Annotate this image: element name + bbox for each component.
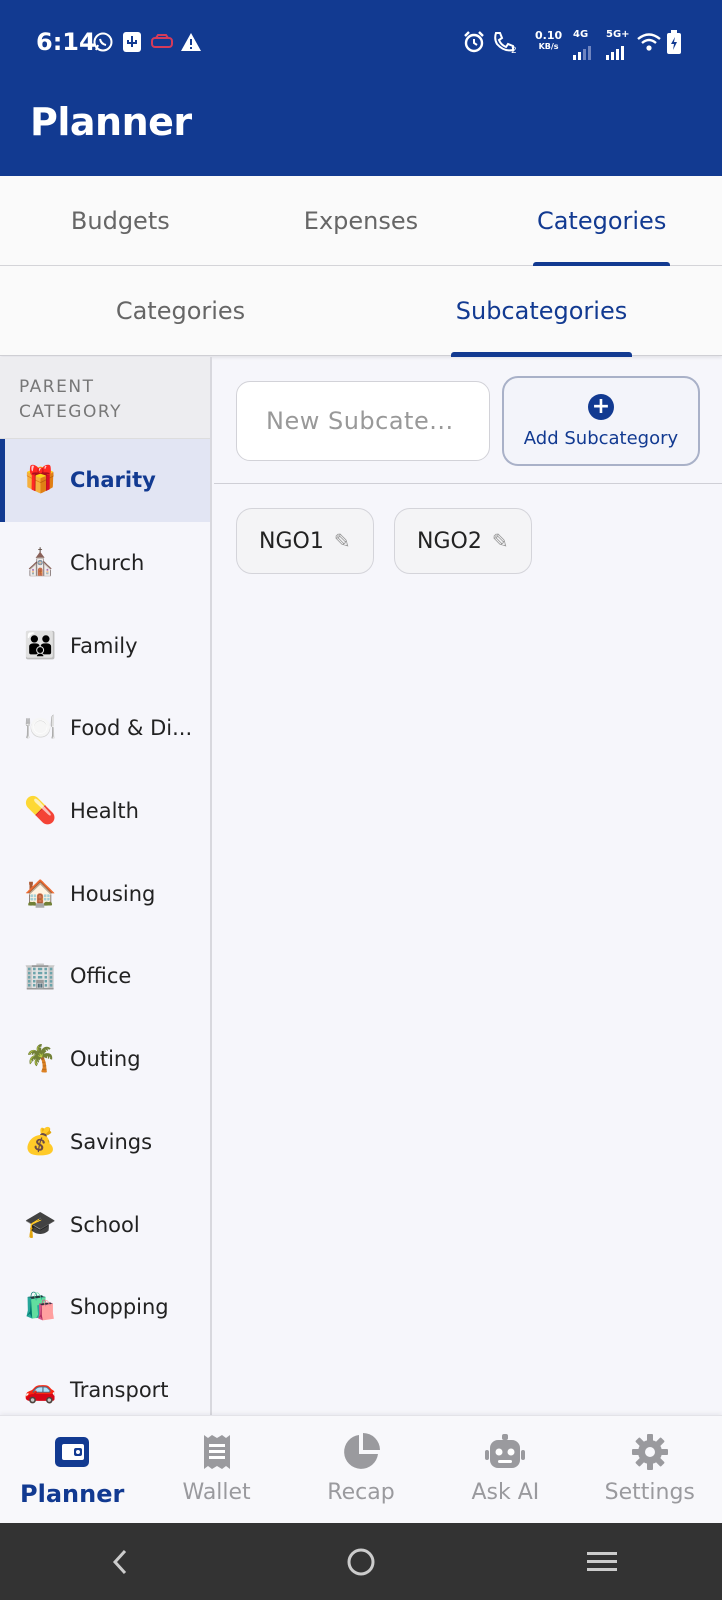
category-item-health[interactable]: 💊 Health [0, 770, 210, 853]
system-navigation-bar [0, 1523, 722, 1600]
home-icon[interactable] [331, 1542, 391, 1582]
church-icon: ⛪ [24, 548, 57, 579]
category-item-food-dining[interactable]: 🍽️ Food & Di... [0, 687, 210, 770]
usb-icon [122, 30, 142, 54]
svg-text:2: 2 [511, 46, 517, 54]
menu-icon[interactable] [572, 1542, 632, 1582]
house-icon: 🏠 [24, 878, 57, 909]
tab-expenses[interactable]: Expenses [241, 176, 482, 266]
subcategory-panel: New Subcate... + Add Subcategory NGO1 ✎ … [214, 357, 722, 1415]
subtab-subcategories[interactable]: Subcategories [361, 266, 722, 357]
graduation-cap-icon: 🎓 [24, 1209, 57, 1240]
category-label: Family [70, 633, 138, 658]
parent-category-list: PARENT CATEGORY 🎁 Charity ⛪ Church 👪 Fam… [0, 357, 212, 1415]
nav-settings[interactable]: Settings [578, 1416, 722, 1524]
add-subcategory-label: Add Subcategory [523, 427, 679, 449]
money-bag-icon: 💰 [24, 1126, 57, 1157]
battery-icon [667, 30, 681, 54]
category-item-family[interactable]: 👪 Family [0, 604, 210, 687]
add-subcategory-button[interactable]: + Add Subcategory [502, 376, 700, 466]
divider [214, 483, 722, 484]
category-label: Housing [70, 881, 156, 906]
gift-icon: 🎁 [24, 465, 57, 496]
plate-icon: 🍽️ [24, 713, 57, 744]
back-icon[interactable] [90, 1542, 150, 1582]
wallet-icon [52, 1432, 92, 1472]
sub-tabs: Categories Subcategories [0, 266, 722, 357]
whatsapp-icon [92, 30, 114, 54]
wifi-icon [636, 30, 662, 54]
parent-category-header: PARENT CATEGORY [0, 357, 210, 439]
bottom-navigation: Planner Wallet Recap Ask AI Settings [0, 1415, 722, 1523]
alarm-icon [462, 30, 486, 54]
subcategory-chip[interactable]: NGO1 ✎ [236, 508, 374, 574]
subcategory-label: NGO1 [259, 528, 324, 554]
status-bar: 6:14 2 0.10 KB/s 4G 5G+ [0, 0, 722, 88]
category-label: Charity [70, 468, 156, 493]
main-tabs: Budgets Expenses Categories [0, 176, 722, 267]
gear-icon [630, 1432, 670, 1472]
pill-icon: 💊 [24, 796, 57, 827]
signal-5g-icon [606, 41, 628, 65]
category-item-charity[interactable]: 🎁 Charity [0, 439, 210, 522]
subcategory-label: NGO2 [417, 528, 482, 554]
network-speed: 0.10 KB/s [535, 30, 562, 52]
category-item-church[interactable]: ⛪ Church [0, 522, 210, 605]
pie-chart-icon [341, 1432, 381, 1472]
parent-category-header-line1: PARENT [19, 377, 95, 397]
parent-category-header-line2: CATEGORY [19, 402, 122, 422]
nav-planner[interactable]: Planner [0, 1416, 144, 1524]
car-icon: 🚗 [24, 1374, 57, 1405]
wifi-calling-icon: 2 [492, 30, 518, 54]
tab-budgets[interactable]: Budgets [0, 176, 241, 266]
warning-icon [180, 30, 202, 54]
category-label: Food & Di... [70, 716, 193, 741]
plus-circle-icon: + [588, 393, 614, 420]
network-4g-label: 4G [573, 29, 589, 40]
shopping-bags-icon: 🛍️ [24, 1292, 57, 1323]
office-building-icon: 🏢 [24, 961, 57, 992]
subtab-categories[interactable]: Categories [0, 266, 361, 356]
nav-ask-ai[interactable]: Ask AI [433, 1416, 577, 1524]
category-label: Outing [70, 1047, 141, 1072]
nav-label: Wallet [182, 1480, 251, 1505]
robot-icon [485, 1432, 526, 1472]
category-label: Shopping [70, 1295, 169, 1320]
status-time: 6:14 [36, 28, 96, 56]
category-item-school[interactable]: 🎓 School [0, 1183, 210, 1266]
nav-label: Planner [20, 1480, 125, 1508]
edit-pencil-icon[interactable]: ✎ [492, 529, 509, 553]
category-item-shopping[interactable]: 🛍️ Shopping [0, 1266, 210, 1349]
car-notification-icon [150, 30, 174, 54]
nav-label: Settings [604, 1480, 695, 1505]
category-label: School [70, 1212, 140, 1237]
category-item-savings[interactable]: 💰 Savings [0, 1101, 210, 1184]
category-label: Office [70, 964, 132, 989]
nav-label: Ask AI [471, 1480, 540, 1505]
palm-tree-icon: 🌴 [24, 1044, 57, 1075]
edit-pencil-icon[interactable]: ✎ [334, 529, 351, 553]
nav-label: Recap [327, 1480, 395, 1505]
signal-4g-icon [573, 41, 593, 65]
receipt-icon [197, 1432, 237, 1472]
category-label: Savings [70, 1129, 153, 1154]
category-item-office[interactable]: 🏢 Office [0, 935, 210, 1018]
page-title: Planner [30, 100, 192, 144]
network-5g-label: 5G+ [606, 29, 630, 40]
network-speed-value: 0.10 [535, 29, 563, 42]
category-label: Health [70, 799, 139, 824]
new-subcategory-input[interactable]: New Subcate... [236, 381, 490, 461]
category-label: Church [70, 551, 145, 576]
nav-recap[interactable]: Recap [289, 1416, 433, 1524]
network-speed-unit: KB/s [538, 42, 559, 51]
tab-categories[interactable]: Categories [481, 176, 722, 267]
app-bar: 6:14 2 0.10 KB/s 4G 5G+ Planner [0, 0, 722, 176]
family-icon: 👪 [24, 630, 57, 661]
subcategory-chip[interactable]: NGO2 ✎ [394, 508, 532, 574]
category-label: Transport [70, 1377, 169, 1402]
nav-wallet[interactable]: Wallet [144, 1416, 288, 1524]
category-item-housing[interactable]: 🏠 Housing [0, 852, 210, 935]
category-item-transport[interactable]: 🚗 Transport [0, 1349, 210, 1415]
category-item-outing[interactable]: 🌴 Outing [0, 1018, 210, 1101]
